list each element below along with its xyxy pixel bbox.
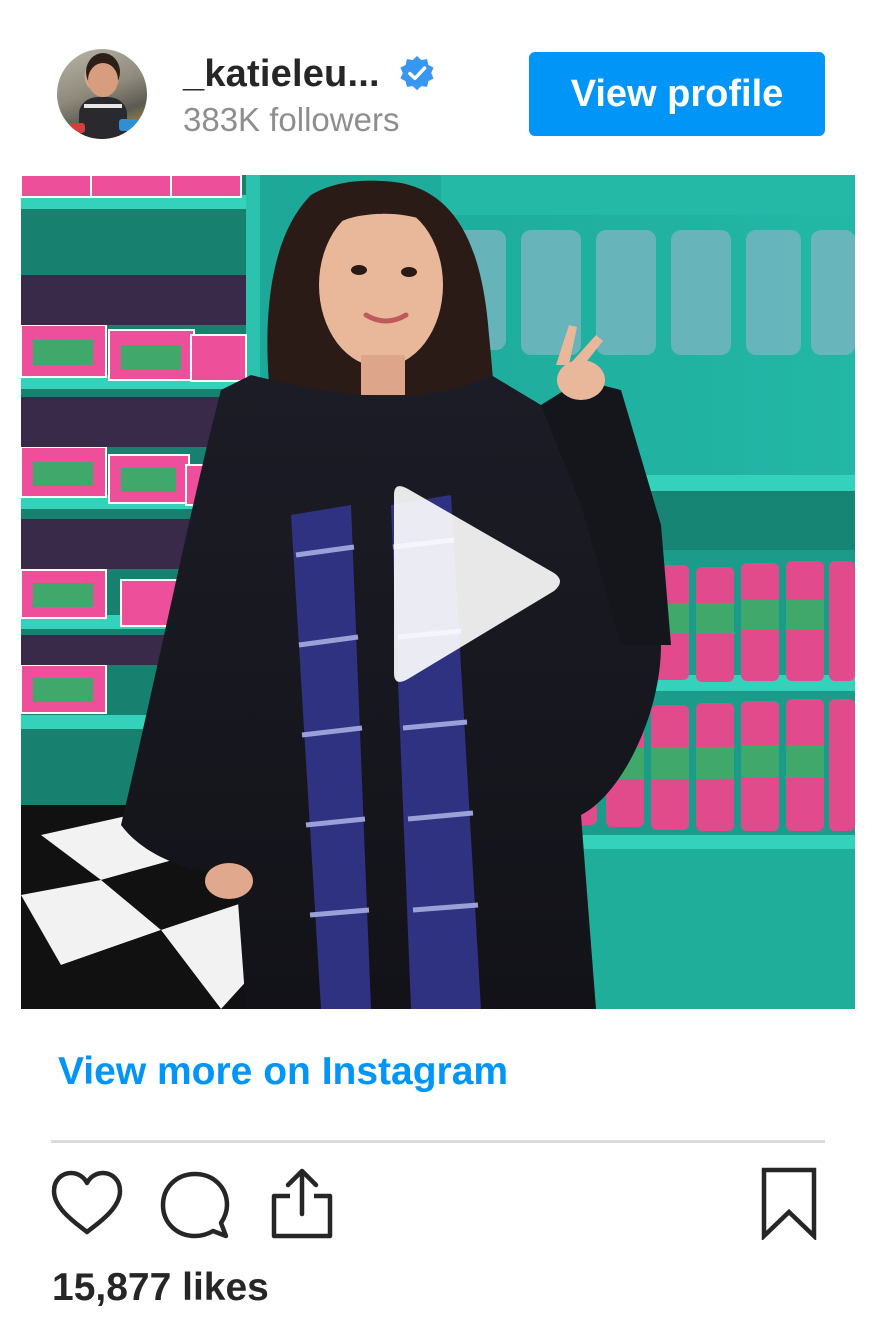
view-more-on-instagram-link[interactable]: View more on Instagram: [58, 1050, 508, 1094]
avatar-detail-shape: [69, 123, 85, 133]
share-icon[interactable]: [268, 1166, 336, 1240]
username-row: _katieleu...: [183, 52, 436, 96]
avatar-stripe-shape: [84, 104, 122, 108]
post-header: _katieleu... 383K followers View profile: [0, 0, 873, 175]
username[interactable]: _katieleu...: [183, 53, 380, 96]
avatar-detail-shape: [119, 119, 139, 131]
follower-count: 383K followers: [183, 101, 400, 138]
bookmark-icon[interactable]: [760, 1166, 818, 1240]
play-icon[interactable]: [374, 481, 564, 691]
verified-badge-icon: [400, 55, 434, 91]
view-profile-button[interactable]: View profile: [529, 52, 825, 136]
divider: [51, 1140, 825, 1143]
profile-avatar[interactable]: [57, 49, 147, 139]
avatar-head-shape: [88, 63, 118, 97]
like-count: 15,877 likes: [52, 1266, 269, 1309]
comment-icon[interactable]: [160, 1170, 230, 1240]
heart-icon[interactable]: [50, 1170, 124, 1236]
post-video[interactable]: [21, 175, 855, 1009]
